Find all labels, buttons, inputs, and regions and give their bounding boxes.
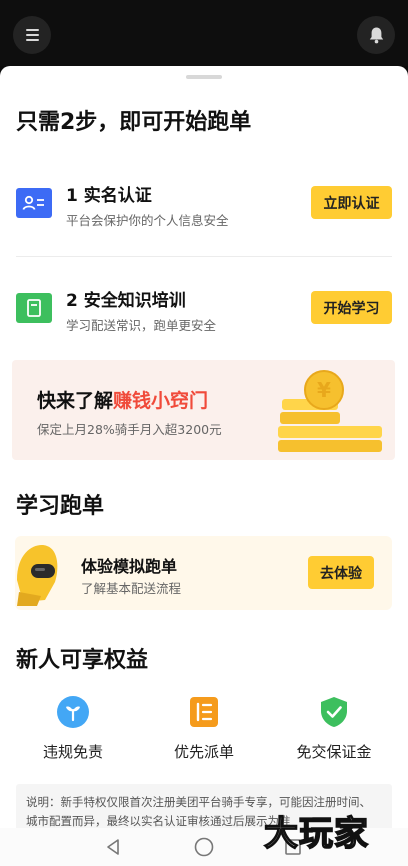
step-title: 2 安全知识培训 xyxy=(66,291,186,311)
benefits-section-title: 新人可享权益 xyxy=(16,648,149,673)
promo-title: 快来了解赚钱小窍门 xyxy=(37,386,208,413)
training-book-icon xyxy=(16,293,52,323)
bell-icon xyxy=(369,27,383,44)
top-bar xyxy=(0,0,408,66)
onboarding-title: 只需2步，即可开始跑单 xyxy=(16,110,252,135)
card-subtitle: 了解基本配送流程 xyxy=(81,581,182,596)
divider xyxy=(16,256,392,257)
promo-title-highlight: 赚钱小窍门 xyxy=(113,390,209,412)
step-subtitle: 学习配送常识，跑单更安全 xyxy=(66,318,217,333)
onboarding-sheet: 只需2步，即可开始跑单 1 实名认证 平台会保护你的个人信息安全 立即认证 2 … xyxy=(0,66,408,866)
benefit-label: 免交保证金 xyxy=(296,743,372,761)
gold-coins-icon: ¥ xyxy=(278,370,382,452)
verify-now-button[interactable]: 立即认证 xyxy=(311,186,392,219)
promo-subtitle: 保定上月28%骑手月入超3200元 xyxy=(37,422,222,437)
menu-button[interactable] xyxy=(13,16,51,54)
sprout-icon xyxy=(57,696,89,728)
benefit-exemption: 违规免责 xyxy=(18,696,128,762)
step-real-name-auth: 1 实名认证 平台会保护你的个人信息安全 立即认证 xyxy=(0,174,408,244)
svg-text:¥: ¥ xyxy=(317,378,331,402)
benefit-priority-dispatch: 优先派单 xyxy=(149,696,259,762)
priority-order-icon xyxy=(188,696,220,728)
watermark-logo: 大玩家 xyxy=(263,813,369,855)
step-title: 1 实名认证 xyxy=(66,186,152,206)
card-title: 体验模拟跑单 xyxy=(81,557,178,576)
notification-button[interactable] xyxy=(357,16,395,54)
simulated-order-card[interactable]: 体验模拟跑单 了解基本配送流程 去体验 xyxy=(15,536,392,610)
benefit-label: 违规免责 xyxy=(42,743,103,761)
menu-icon xyxy=(25,29,39,41)
home-icon[interactable] xyxy=(194,837,214,857)
sheet-drag-handle[interactable] xyxy=(186,75,222,79)
step-safety-training: 2 安全知识培训 学习配送常识，跑单更安全 开始学习 xyxy=(0,278,408,348)
benefit-label: 优先派单 xyxy=(173,743,234,761)
step-subtitle: 平台会保护你的个人信息安全 xyxy=(66,213,229,228)
id-card-icon xyxy=(16,188,52,218)
try-it-button[interactable]: 去体验 xyxy=(308,556,374,589)
earning-tips-banner[interactable]: 快来了解赚钱小窍门 保定上月28%骑手月入超3200元 ¥ xyxy=(12,360,395,460)
back-icon[interactable] xyxy=(104,838,122,856)
promo-title-prefix: 快来了解 xyxy=(37,390,114,412)
start-learning-button[interactable]: 开始学习 xyxy=(311,291,392,324)
rider-helmet-icon xyxy=(17,545,58,606)
benefit-no-deposit: 免交保证金 xyxy=(279,696,389,762)
shield-check-icon xyxy=(318,696,350,728)
learn-section-title: 学习跑单 xyxy=(16,494,105,519)
